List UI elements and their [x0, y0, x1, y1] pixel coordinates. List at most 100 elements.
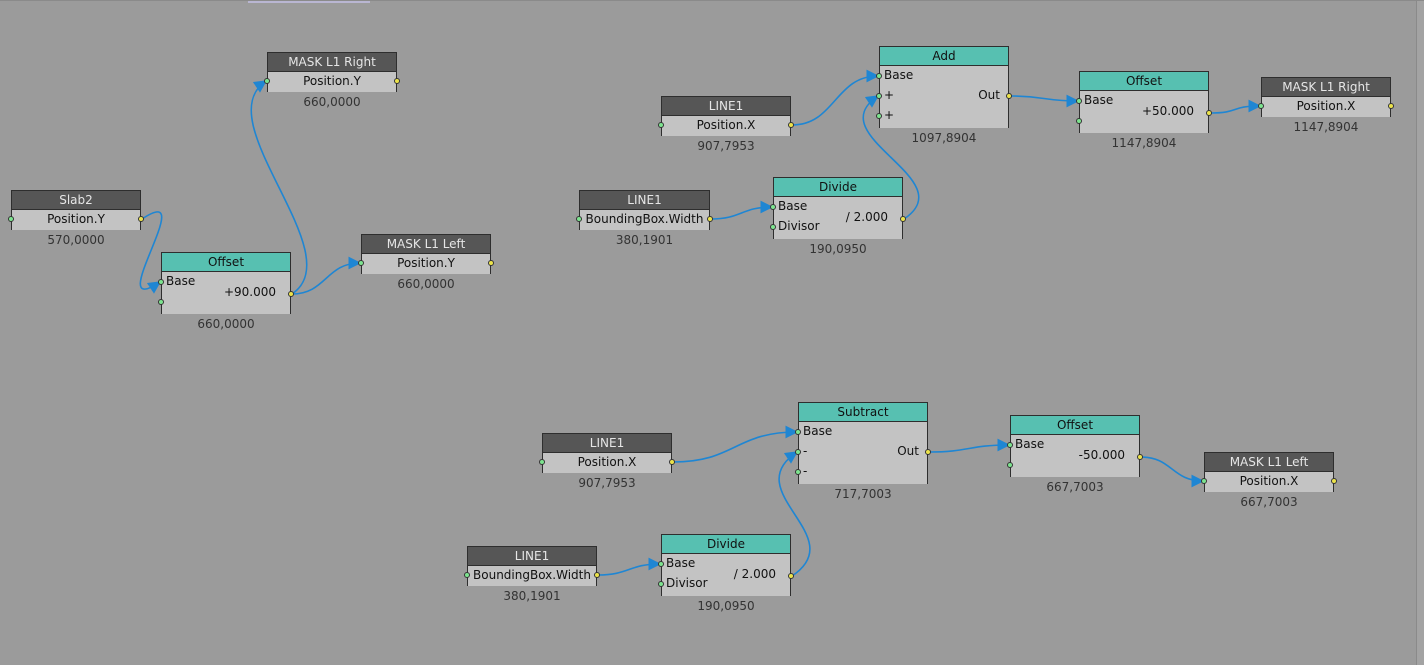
node-value: 717,7003 — [834, 487, 892, 501]
node-value: 190,0950 — [697, 599, 755, 613]
connection-wire[interactable] — [710, 200, 774, 220]
offset-node[interactable]: Offset Base -50.000 — [1007, 415, 1143, 477]
node-title: LINE1 — [468, 547, 596, 566]
node-title: Slab2 — [12, 191, 140, 210]
input-port[interactable] — [1258, 103, 1264, 109]
input-port[interactable] — [158, 299, 164, 305]
port-label: + — [884, 108, 895, 122]
input-port[interactable] — [795, 429, 801, 435]
attribute-node[interactable]: LINE1 BoundingBox.Width — [464, 546, 600, 586]
operand-value[interactable]: / 2.000 — [846, 210, 888, 224]
output-port[interactable] — [1206, 110, 1212, 116]
input-port[interactable] — [576, 216, 582, 222]
port-label: Base — [166, 274, 196, 288]
add-node[interactable]: Add Base + + Out — [876, 46, 1012, 128]
input-port[interactable] — [1076, 98, 1082, 104]
output-port[interactable] — [669, 459, 675, 465]
input-port[interactable] — [795, 469, 801, 475]
output-port[interactable] — [900, 216, 906, 222]
operand-value[interactable]: +90.000 — [224, 285, 276, 299]
connection-wire[interactable] — [928, 438, 1011, 453]
node-body: Base - - Out — [795, 422, 931, 484]
operand-value[interactable]: / 2.000 — [734, 567, 776, 581]
output-port[interactable] — [488, 260, 494, 266]
divide-node[interactable]: Divide Base Divisor / 2.000 — [770, 177, 906, 239]
port-label: Base — [803, 424, 833, 438]
input-port[interactable] — [1007, 462, 1013, 468]
input-port[interactable] — [795, 449, 801, 455]
attribute-node[interactable]: LINE1 Position.X — [539, 433, 675, 473]
node-title: MASK L1 Right — [1262, 78, 1390, 97]
output-port[interactable] — [1331, 478, 1337, 484]
attribute-label: BoundingBox.Width — [464, 566, 600, 586]
input-port[interactable] — [464, 572, 470, 578]
connection-wire[interactable] — [791, 69, 880, 126]
output-port[interactable] — [394, 78, 400, 84]
input-port[interactable] — [658, 581, 664, 587]
connection-wire[interactable] — [1009, 94, 1080, 108]
connection-wire[interactable] — [291, 256, 362, 295]
connection-wire[interactable] — [597, 557, 662, 576]
connection-wire[interactable] — [139, 211, 163, 294]
input-port[interactable] — [1007, 442, 1013, 448]
output-port[interactable] — [1006, 93, 1012, 99]
output-port[interactable] — [707, 216, 713, 222]
operand-value[interactable]: -50.000 — [1079, 448, 1125, 462]
port-label: + — [884, 88, 895, 102]
attribute-node[interactable]: MASK L1 Left Position.Y — [358, 234, 494, 274]
input-port[interactable] — [876, 73, 882, 79]
input-port[interactable] — [8, 216, 14, 222]
attribute-label: Position.X — [1201, 472, 1337, 492]
output-port[interactable] — [1137, 454, 1143, 460]
input-port[interactable] — [658, 122, 664, 128]
subtract-node[interactable]: Subtract Base - - Out — [795, 402, 931, 484]
attribute-node[interactable]: LINE1 BoundingBox.Width — [576, 190, 713, 230]
attribute-node[interactable]: Slab2 Position.Y — [8, 190, 144, 230]
node-value: 190,0950 — [809, 242, 867, 256]
input-port[interactable] — [264, 78, 270, 84]
node-title: Offset — [1011, 416, 1139, 435]
node-value: 1147,8904 — [1293, 120, 1359, 134]
port-label: Base — [666, 556, 696, 570]
attribute-node[interactable]: MASK L1 Right Position.X — [1258, 77, 1394, 117]
attribute-label: Position.X — [539, 453, 675, 473]
offset-node[interactable]: Offset Base +50.000 — [1076, 71, 1212, 133]
node-value: 380,1901 — [503, 589, 561, 603]
attribute-node[interactable]: MASK L1 Left Position.X — [1201, 452, 1337, 492]
attribute-node[interactable]: MASK L1 Right Position.Y — [264, 52, 400, 92]
offset-node[interactable]: Offset Base +90.000 — [158, 252, 294, 314]
input-port[interactable] — [876, 113, 882, 119]
output-port[interactable] — [288, 291, 294, 297]
node-editor-canvas[interactable]: Slab2 Position.Y 570,0000 Offset Base +90.000… — [0, 0, 1424, 665]
output-port[interactable] — [925, 449, 931, 455]
attribute-node[interactable]: LINE1 Position.X — [658, 96, 794, 136]
output-port[interactable] — [594, 572, 600, 578]
port-label: Base — [1084, 93, 1114, 107]
input-port[interactable] — [158, 279, 164, 285]
input-port[interactable] — [770, 224, 776, 230]
output-port[interactable] — [138, 216, 144, 222]
connection-wire[interactable] — [1140, 456, 1205, 488]
connection-wire[interactable] — [1209, 99, 1262, 114]
node-title: LINE1 — [580, 191, 709, 210]
input-port[interactable] — [876, 93, 882, 99]
attribute-label: Position.Y — [358, 254, 494, 274]
input-port[interactable] — [658, 561, 664, 567]
output-port[interactable] — [788, 122, 794, 128]
connection-wire[interactable] — [672, 425, 799, 463]
node-value: 1097,8904 — [911, 131, 977, 145]
attribute-label: Position.X — [1258, 97, 1394, 117]
operand-value[interactable]: +50.000 — [1142, 104, 1194, 118]
node-title: MASK L1 Left — [1205, 453, 1333, 472]
vertical-scrollbar[interactable] — [1416, 1, 1424, 665]
output-port[interactable] — [1388, 103, 1394, 109]
input-port[interactable] — [539, 459, 545, 465]
input-port[interactable] — [1201, 478, 1207, 484]
divide-node[interactable]: Divide Base Divisor / 2.000 — [658, 534, 794, 596]
output-label: Out — [897, 444, 919, 458]
input-port[interactable] — [1076, 118, 1082, 124]
output-port[interactable] — [788, 573, 794, 579]
input-port[interactable] — [770, 204, 776, 210]
node-body: Base +50.000 — [1076, 91, 1212, 133]
input-port[interactable] — [358, 260, 364, 266]
